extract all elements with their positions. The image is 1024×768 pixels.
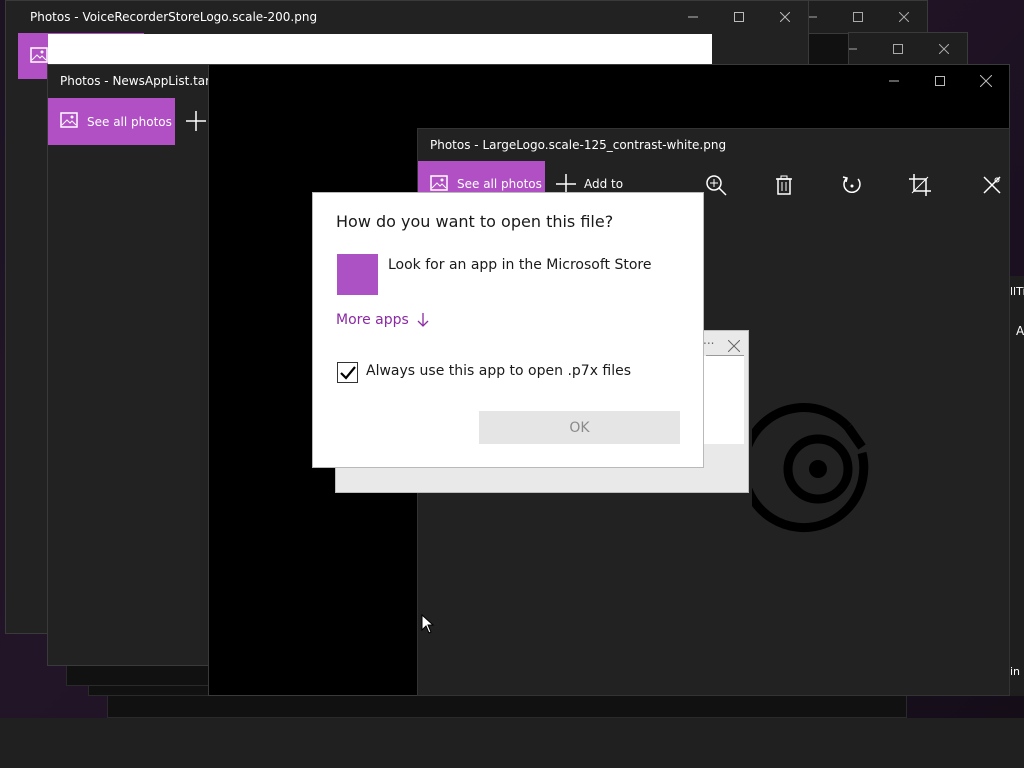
stacked-window-titlebar-a (800, 0, 928, 34)
fragment-text-bottom: in (1010, 665, 1021, 678)
image-icon (30, 47, 48, 67)
see-all-photos-label: See all photos (87, 114, 172, 129)
trash-icon[interactable] (770, 171, 798, 199)
mouse-cursor-icon (421, 613, 435, 638)
image-icon (430, 174, 448, 194)
see-all-photos-label: See all photos (457, 177, 542, 191)
titlebar: Photos - LargeLogo.scale-125_contrast-wh… (418, 129, 1009, 161)
image-preview-logo (739, 403, 886, 541)
add-icon[interactable] (186, 111, 206, 135)
white-preview-strip (48, 34, 712, 64)
dialog-heading: How do you want to open this file? (336, 212, 614, 231)
arrow-down-icon (417, 313, 429, 327)
ok-button[interactable]: OK (479, 411, 680, 444)
more-apps-label: More apps (336, 312, 409, 328)
add-to-button[interactable]: Add to (556, 174, 623, 194)
see-all-photos-button[interactable]: See all photos (48, 98, 175, 145)
close-button[interactable] (762, 1, 808, 33)
more-apps-link[interactable]: More apps (336, 312, 429, 328)
edit-draw-icon[interactable] (978, 171, 1006, 199)
minimize-button[interactable] (849, 33, 875, 65)
close-button[interactable] (921, 33, 967, 65)
microsoft-store-app-tile[interactable] (337, 254, 378, 295)
window-title: Photos - LargeLogo.scale-125_contrast-wh… (430, 138, 727, 152)
store-option-label[interactable]: Look for an app in the Microsoft Store (388, 257, 651, 273)
photos-window-newsapplist: Photos - NewsAppList.targe See all photo… (47, 64, 217, 666)
minimize-button[interactable] (670, 1, 716, 33)
zoom-in-icon[interactable] (702, 171, 730, 199)
crop-icon[interactable] (906, 171, 934, 199)
add-to-label: Add to (584, 177, 624, 191)
window-title: Photos - NewsAppList.targe (60, 74, 216, 88)
titlebar: Photos - NewsAppList.targe (48, 65, 216, 97)
maximize-button[interactable] (835, 1, 881, 33)
image-icon (60, 112, 78, 131)
minimize-button[interactable] (871, 65, 917, 97)
taskbar (0, 718, 1024, 768)
window-title: Photos - VoiceRecorderStoreLogo.scale-20… (30, 10, 318, 24)
rotate-icon[interactable] (838, 171, 866, 199)
mini-ellipsis: ... (703, 333, 715, 347)
maximize-button[interactable] (716, 1, 762, 33)
stacked-window-titlebar-b (848, 32, 968, 66)
close-button[interactable] (881, 1, 927, 33)
fragment-text-mid: A (1016, 324, 1024, 338)
add-icon (556, 174, 576, 194)
maximize-button[interactable] (917, 65, 963, 97)
always-use-checkbox[interactable] (337, 362, 358, 383)
fragment-text-top: llTi (1010, 285, 1024, 298)
always-use-label[interactable]: Always use this app to open .p7x files (366, 363, 631, 379)
close-icon[interactable] (727, 337, 741, 356)
checkmark-icon (339, 365, 356, 380)
open-with-dialog: How do you want to open this file? Look … (312, 192, 704, 468)
maximize-button[interactable] (875, 33, 921, 65)
offscreen-window-fragment: llTi A in (1010, 276, 1024, 696)
close-button[interactable] (963, 65, 1009, 97)
